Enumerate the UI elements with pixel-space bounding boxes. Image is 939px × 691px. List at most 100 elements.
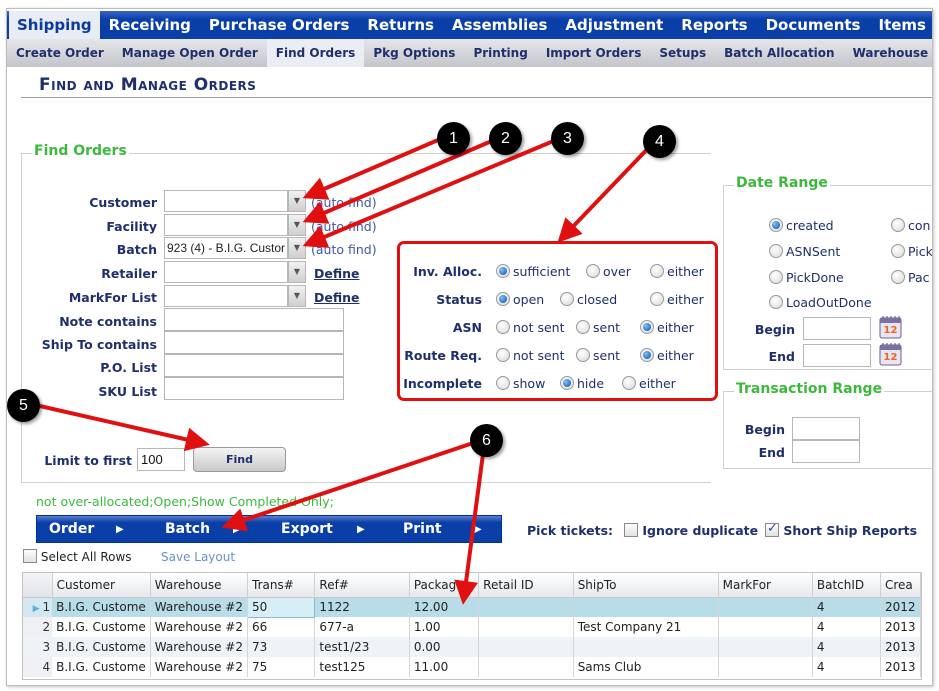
column-header[interactable]: MarkFor: [718, 573, 813, 598]
customer-combo[interactable]: [164, 190, 288, 212]
radio-icon[interactable]: [891, 270, 905, 284]
table-cell[interactable]: [718, 597, 813, 617]
menu-print[interactable]: Print: [403, 516, 442, 543]
top-tab-returns[interactable]: Returns: [358, 11, 443, 39]
calendar-icon[interactable]: 12: [879, 342, 903, 366]
table-cell[interactable]: 50: [246, 596, 316, 618]
table-cell[interactable]: [573, 597, 719, 617]
table-cell[interactable]: 4: [812, 597, 882, 617]
table-row[interactable]: ▶ 1 B.I.G. Custome Warehouse #2 50 1122 12.00…: [23, 596, 921, 618]
table-cell[interactable]: Sams Club: [573, 657, 719, 677]
date-begin-input[interactable]: [803, 317, 871, 340]
radio-icon[interactable]: [560, 292, 574, 306]
sub-tab-setups[interactable]: Setups: [650, 39, 715, 67]
calendar-icon[interactable]: 12: [879, 315, 903, 339]
table-cell[interactable]: 2012: [880, 597, 921, 617]
top-tab-receiving[interactable]: Receiving: [100, 11, 200, 39]
table-cell[interactable]: [478, 637, 574, 657]
table-cell[interactable]: [718, 657, 813, 677]
table-cell[interactable]: 2013: [880, 637, 921, 657]
table-cell[interactable]: [718, 617, 813, 637]
table-cell[interactable]: 66: [247, 617, 316, 637]
table-cell[interactable]: 1.00: [409, 617, 480, 637]
top-tab-adjustment[interactable]: Adjustment: [556, 11, 672, 39]
table-row[interactable]: 2 B.I.G. Custome Warehouse #2 66 677-a 1.00 Te…: [23, 617, 921, 637]
table-cell[interactable]: Test Company 21: [573, 617, 719, 637]
table-row[interactable]: 4 B.I.G. Custome Warehouse #2 75 test125 11.0…: [23, 657, 921, 677]
table-cell[interactable]: B.I.G. Custome: [52, 637, 151, 657]
table-cell[interactable]: test125: [314, 657, 410, 677]
date-option-pick[interactable]: Pick: [891, 244, 932, 259]
ignore-duplicate-option[interactable]: Ignore duplicate: [624, 523, 758, 538]
date-option-loadoutdone[interactable]: LoadOutDone: [769, 295, 872, 310]
column-header[interactable]: Trans#: [247, 573, 316, 598]
filter-option[interactable]: closed: [560, 292, 617, 307]
markfor-dropdown-button[interactable]: ▼: [288, 285, 306, 307]
filter-option[interactable]: either: [640, 320, 694, 335]
menu-export[interactable]: Export: [281, 516, 333, 543]
radio-selected-icon[interactable]: [496, 292, 510, 306]
radio-icon[interactable]: [650, 264, 664, 278]
top-tab-purchase-orders[interactable]: Purchase Orders: [200, 11, 358, 39]
sub-tab-pkg-options[interactable]: Pkg Options: [364, 39, 464, 67]
column-header[interactable]: Retail ID: [478, 573, 574, 598]
trans-begin-input[interactable]: [792, 417, 860, 440]
filter-option[interactable]: either: [622, 376, 676, 391]
radio-icon[interactable]: [891, 244, 905, 258]
table-cell[interactable]: Warehouse #2: [150, 637, 249, 657]
markfor-combo[interactable]: [164, 285, 288, 307]
filter-option[interactable]: not sent: [496, 320, 564, 335]
filter-option[interactable]: over: [586, 264, 631, 279]
table-cell[interactable]: 677-a: [314, 617, 410, 637]
markfor-define-link[interactable]: Define: [314, 290, 360, 305]
table-cell[interactable]: 73: [247, 637, 316, 657]
top-tab-items[interactable]: Items: [869, 11, 932, 39]
sub-tab-create-order[interactable]: Create Order: [7, 39, 113, 67]
date-option-pack[interactable]: Pac: [891, 270, 930, 285]
find-button[interactable]: Find: [193, 447, 286, 472]
radio-icon[interactable]: [769, 244, 783, 258]
table-cell[interactable]: 4: [812, 637, 882, 657]
table-cell[interactable]: 2013: [880, 657, 921, 677]
radio-icon[interactable]: [576, 348, 590, 362]
table-cell[interactable]: 2013: [880, 617, 921, 637]
sub-tab-warehouse-pack[interactable]: Warehouse Pack: [844, 39, 932, 67]
filter-option[interactable]: sufficient: [496, 264, 570, 279]
radio-icon[interactable]: [769, 295, 783, 309]
top-tab-shipping[interactable]: Shipping: [9, 11, 100, 39]
table-row[interactable]: 3 B.I.G. Custome Warehouse #2 73 test1/23 0.0…: [23, 637, 921, 657]
sub-tab-batch-allocation[interactable]: Batch Allocation: [715, 39, 843, 67]
table-cell[interactable]: [478, 617, 574, 637]
table-cell[interactable]: test1/23: [314, 637, 410, 657]
table-cell[interactable]: B.I.G. Custome: [52, 597, 151, 617]
filter-option[interactable]: open: [496, 292, 544, 307]
radio-icon[interactable]: [586, 264, 600, 278]
table-cell[interactable]: Warehouse #2: [150, 597, 249, 617]
date-end-input[interactable]: [803, 344, 871, 367]
table-cell[interactable]: [718, 637, 813, 657]
table-cell[interactable]: B.I.G. Custome: [52, 657, 151, 677]
date-option-asnsent[interactable]: ASNSent: [769, 244, 840, 259]
ship-to-contains-input[interactable]: [164, 331, 344, 354]
radio-icon[interactable]: [496, 348, 510, 362]
facility-dropdown-button[interactable]: ▼: [288, 214, 306, 236]
short-ship-checkbox[interactable]: [765, 521, 779, 537]
short-ship-option[interactable]: Short Ship Reports: [765, 521, 917, 538]
table-cell[interactable]: 0.00: [409, 637, 480, 657]
radio-selected-icon[interactable]: [640, 320, 654, 334]
trans-end-input[interactable]: [792, 440, 860, 463]
menu-order[interactable]: Order: [49, 516, 94, 543]
column-header[interactable]: BatchID: [812, 573, 882, 598]
sub-tab-printing[interactable]: Printing: [464, 39, 536, 67]
sub-tab-find-orders[interactable]: Find Orders: [266, 39, 365, 67]
radio-selected-icon[interactable]: [640, 348, 654, 362]
sub-tab-manage-open-order[interactable]: Manage Open Order: [113, 39, 267, 67]
radio-icon[interactable]: [496, 320, 510, 334]
table-cell[interactable]: 4: [812, 617, 882, 637]
table-cell[interactable]: 1122: [314, 597, 410, 617]
radio-icon[interactable]: [496, 376, 510, 390]
retailer-define-link[interactable]: Define: [314, 266, 360, 281]
filter-option[interactable]: either: [650, 292, 704, 307]
table-cell[interactable]: Warehouse #2: [150, 617, 249, 637]
table-cell[interactable]: 12.00: [409, 597, 480, 617]
